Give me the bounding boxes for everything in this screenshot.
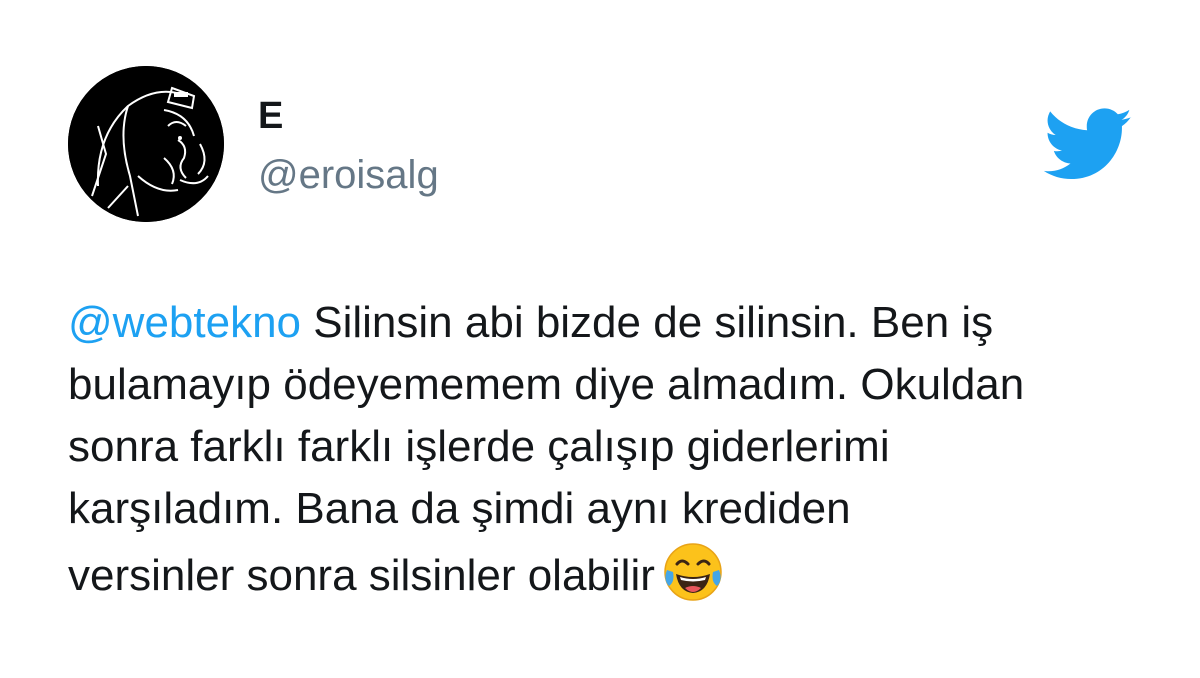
tweet-line: karşıladım. Bana da şimdi aynı krediden: [68, 484, 851, 533]
tweet-line-text: Silinsin abi bizde de silinsin. Ben iş: [301, 298, 994, 347]
user-handle[interactable]: @eroisalg: [258, 152, 439, 198]
tweet-line: sonra farklı farklı işlerde çalışıp gide…: [68, 422, 890, 471]
avatar-hooded-figure-icon: [68, 66, 224, 222]
tweet-line: versinler sonra silsinler olabilir: [68, 540, 1148, 607]
tweet-line-text: versinler sonra silsinler olabilir: [68, 551, 655, 600]
tweet-card: E @eroisalg @webtekno Silinsin abi bizde…: [0, 0, 1200, 678]
tweet-line: @webtekno Silinsin abi bizde de silinsin…: [68, 292, 1148, 354]
mention-link[interactable]: @webtekno: [68, 298, 301, 347]
tweet-text: @webtekno Silinsin abi bizde de silinsin…: [68, 292, 1148, 607]
face-with-tears-of-joy-icon: [661, 540, 725, 604]
display-name[interactable]: E: [258, 96, 283, 136]
tweet-line: bulamayıp ödeyememem diye almadım. Okuld…: [68, 360, 1025, 409]
avatar[interactable]: [68, 66, 224, 222]
twitter-bird-icon[interactable]: [1043, 108, 1134, 182]
